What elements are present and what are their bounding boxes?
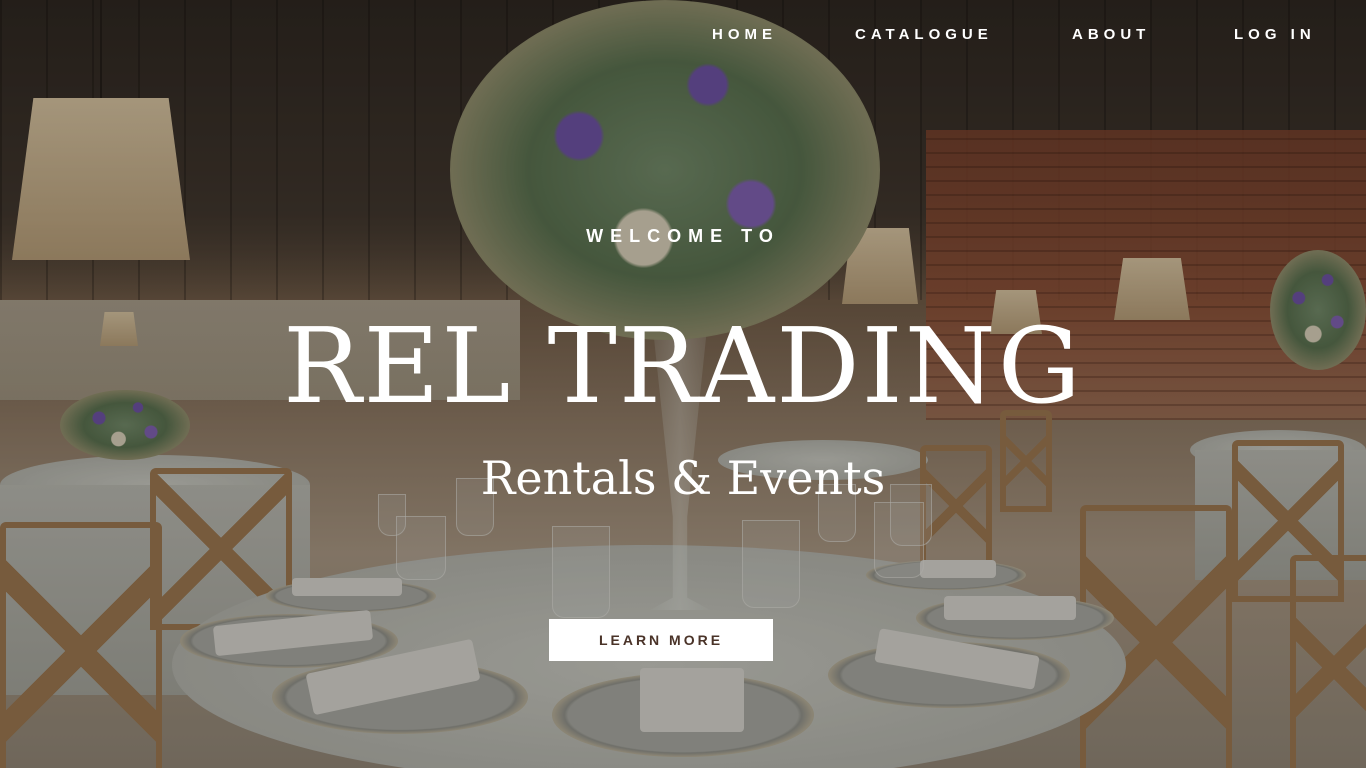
nav-login-link[interactable]: LOG IN (1234, 26, 1316, 44)
learn-more-button[interactable]: LEARN MORE (549, 619, 773, 661)
nav-home-link[interactable]: HOME (712, 26, 777, 44)
welcome-heading: WELCOME TO (586, 226, 780, 246)
nav-catalogue-link[interactable]: CATALOGUE (855, 26, 993, 44)
brand-tagline: Rentals & Events (480, 451, 886, 505)
nav-about-link[interactable]: ABOUT (1072, 26, 1150, 44)
brand-title: REL TRADING (283, 305, 1083, 427)
